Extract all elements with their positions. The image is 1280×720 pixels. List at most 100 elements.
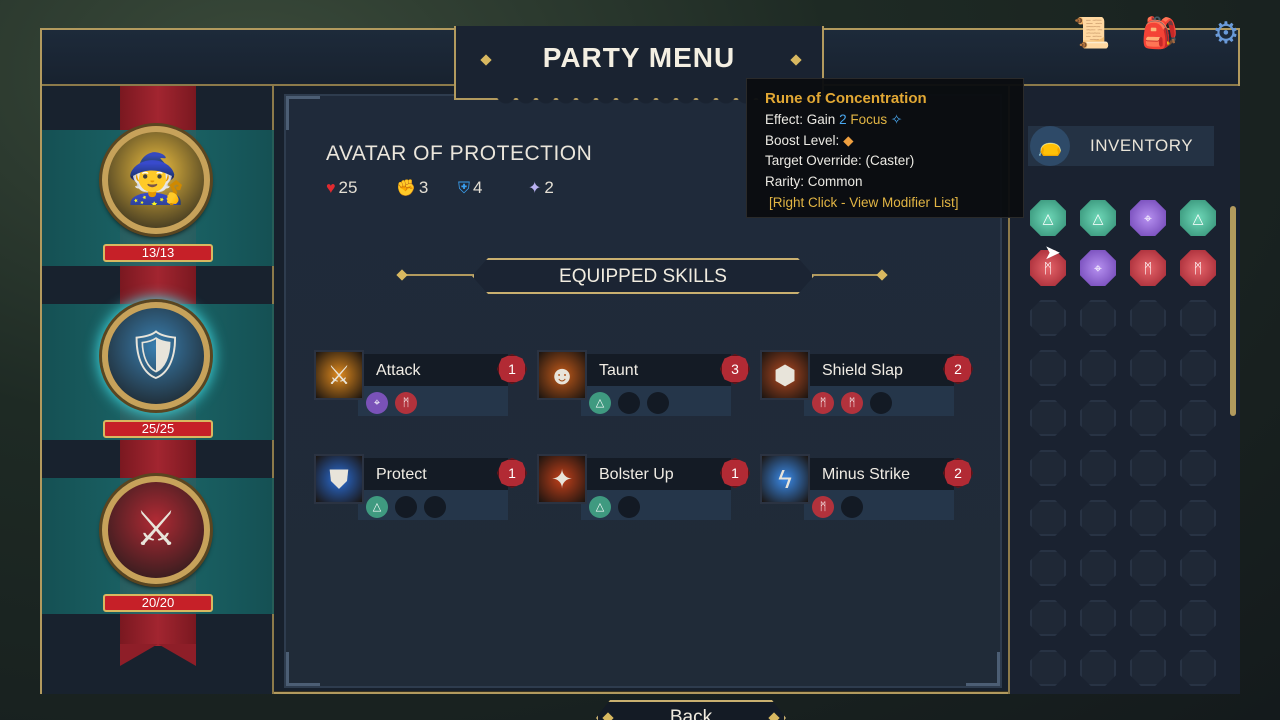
panel-corner [286,652,320,686]
inventory-empty-slot[interactable] [1080,650,1116,686]
skill-card[interactable]: ⚔ Attack 1 ⌖ ᛗ [314,350,527,420]
inventory-scrollbar[interactable] [1230,206,1236,416]
inventory-empty-slot[interactable] [1080,500,1116,536]
inventory-panel: 👝 INVENTORY △ △ ⌖ △ ᛗ ⌖ ᛗ ᛗ [1008,86,1240,694]
inventory-empty-slot[interactable] [1180,400,1216,436]
tooltip-effect: Effect: Gain 2 Focus ✧ [765,110,1023,131]
inventory-rune[interactable]: △ [1180,200,1216,236]
inventory-empty-slot[interactable] [1080,450,1116,486]
inventory-empty-slot[interactable] [1080,600,1116,636]
back-button[interactable]: Back [596,700,786,720]
inventory-empty-slot[interactable] [1030,450,1066,486]
rune-slot[interactable]: △ [589,496,611,518]
map-scroll-icon[interactable]: 📜 [1070,12,1114,56]
hero-hp-bar: 25/25 [103,420,213,438]
hero-hp-bar: 13/13 [103,244,213,262]
skill-level-badge: 1 [497,354,527,384]
hero-hp-bar: 20/20 [103,594,213,612]
skill-card[interactable]: ⛊ Protect 1 △ [314,454,527,524]
hero-portrait-knight[interactable]: 🛡 [102,302,210,410]
inventory-empty-slot[interactable] [1130,450,1166,486]
inventory-empty-slot[interactable] [1030,350,1066,386]
inventory-empty-slot[interactable] [1180,450,1216,486]
mouse-cursor-icon: ➤ [1044,242,1061,264]
inventory-empty-slot[interactable] [1130,550,1166,586]
inventory-empty-slot[interactable] [1080,550,1116,586]
skill-level-badge: 3 [720,354,750,384]
hero-name: AVATAR OF PROTECTION [326,142,593,165]
stat-health-value: 25 [338,178,358,197]
inventory-rune[interactable]: △ [1080,200,1116,236]
inventory-empty-slot[interactable] [1130,650,1166,686]
header-diamond [396,269,408,281]
rune-slot[interactable] [870,392,892,414]
skill-name: Bolster Up [599,466,674,483]
inventory-empty-slot[interactable] [1130,300,1166,336]
skill-card[interactable]: ϟ Minus Strike 2 ᛗ [760,454,973,524]
rune-slot[interactable] [647,392,669,414]
settings-gear-icon[interactable]: ⚙ [1204,12,1248,56]
rune-slot[interactable] [618,496,640,518]
rune-slot[interactable] [618,392,640,414]
skill-icon: ⚔ [314,350,364,400]
rune-slot[interactable] [395,496,417,518]
rune-slot[interactable]: ᛗ [812,392,834,414]
inventory-empty-slot[interactable] [1080,400,1116,436]
stat-strength: ✊ 3 [396,178,428,198]
stat-strength-value: 3 [418,178,429,197]
inventory-empty-slot[interactable] [1180,550,1216,586]
inventory-empty-slot[interactable] [1180,650,1216,686]
inventory-empty-slot[interactable] [1030,500,1066,536]
rune-slot[interactable] [841,496,863,518]
skill-icon: ⛊ [314,454,364,504]
inventory-empty-slot[interactable] [1030,650,1066,686]
tooltip-hint: [Right Click - View Modifier List] [769,194,959,210]
inventory-empty-slot[interactable] [1180,500,1216,536]
tooltip-effect-amount: 2 [839,111,847,127]
inventory-empty-slot[interactable] [1180,300,1216,336]
armor-icon: ⛨ [458,180,471,197]
inventory-rune[interactable]: ⌖ [1130,200,1166,236]
fist-icon: ✊ [396,180,416,197]
inventory-empty-slot[interactable] [1030,550,1066,586]
inventory-empty-slot[interactable] [1130,500,1166,536]
inventory-empty-slot[interactable] [1080,350,1116,386]
tooltip-target-override: Target Override: (Caster) [765,153,915,169]
inventory-empty-slot[interactable] [1130,600,1166,636]
inventory-empty-slot[interactable] [1180,350,1216,386]
skill-level-badge: 1 [497,458,527,488]
panel-corner [966,652,1000,686]
skill-card[interactable]: ✦ Bolster Up 1 △ [537,454,750,524]
inventory-rune[interactable]: ᛗ [1180,250,1216,286]
skill-name: Taunt [599,362,639,379]
inventory-empty-slot[interactable] [1130,350,1166,386]
skill-icon: ✦ [537,454,587,504]
rune-slot[interactable]: ᛗ [841,392,863,414]
rune-slot[interactable]: ⌖ [366,392,388,414]
inventory-rune[interactable]: ᛗ [1130,250,1166,286]
inventory-empty-slot[interactable] [1130,400,1166,436]
inventory-empty-slot[interactable] [1080,300,1116,336]
backpack-icon[interactable]: 🎒 [1138,12,1182,56]
inventory-rune[interactable]: △ [1030,200,1066,236]
rune-slot[interactable]: △ [589,392,611,414]
skill-level-badge: 2 [943,354,973,384]
rune-slot[interactable] [424,496,446,518]
rune-slot[interactable]: ᛗ [812,496,834,518]
stat-focus: ✦ 2 [528,178,554,198]
skill-card[interactable]: ⬢ Shield Slap 2 ᛗ ᛗ [760,350,973,420]
inventory-rune[interactable]: ⌖ [1080,250,1116,286]
party-menu-frame: 🧙 13/13 🛡 25/25 ⚔ 20/20 AVATAR OF PROTEC… [40,28,1240,720]
inventory-empty-slot[interactable] [1180,600,1216,636]
focus-star-icon: ✦ [528,180,542,197]
inventory-empty-slot[interactable] [1030,300,1066,336]
hero-portrait-rogue[interactable]: ⚔ [102,476,210,584]
skill-name: Protect [376,466,427,483]
hero-portrait-wizard[interactable]: 🧙 [102,126,210,234]
inventory-empty-slot[interactable] [1030,400,1066,436]
equipped-skills-label: EQUIPPED SKILLS [559,266,727,287]
skill-card[interactable]: ☻ Taunt 3 △ [537,350,750,420]
rune-slot[interactable]: △ [366,496,388,518]
rune-slot[interactable]: ᛗ [395,392,417,414]
inventory-empty-slot[interactable] [1030,600,1066,636]
